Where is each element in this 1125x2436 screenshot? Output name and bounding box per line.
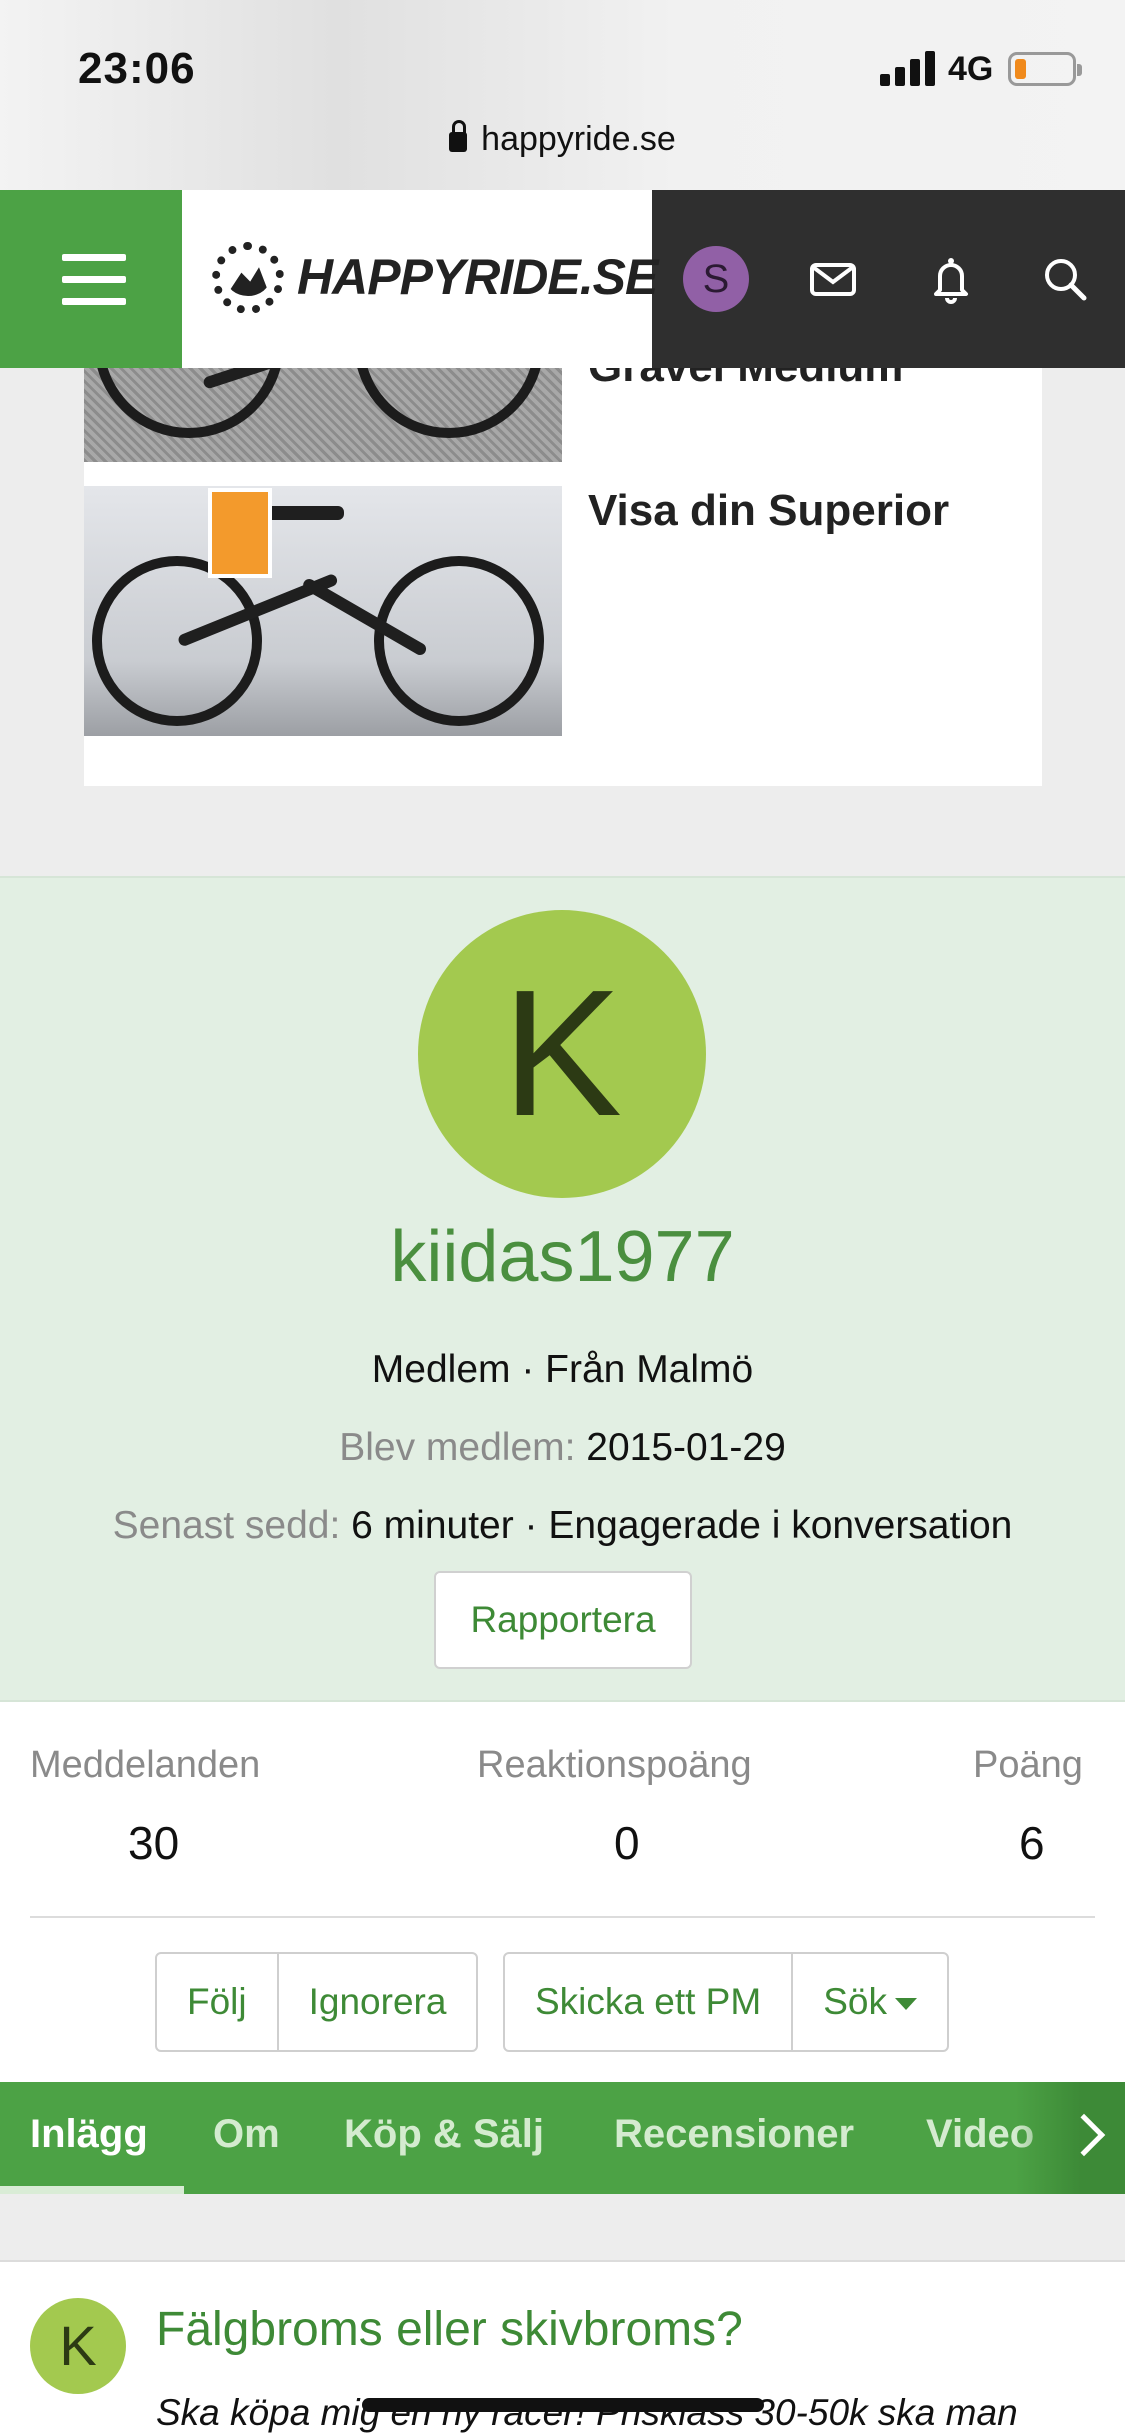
battery-icon [1008, 52, 1082, 86]
profile-joined-line: Blev medlem: 2015-01-29 [0, 1426, 1125, 1470]
search-icon [1045, 259, 1087, 301]
tab-buy-sell[interactable]: Köp & Sälj [344, 2082, 544, 2194]
stat-value-messages[interactable]: 30 [128, 1816, 179, 1870]
card-thumbnail-superior[interactable] [84, 486, 562, 736]
divider [30, 1916, 1095, 1918]
ignore-button[interactable]: Ignorera [276, 1954, 477, 2050]
stat-value-reactions[interactable]: 0 [614, 1816, 640, 1870]
profile-tabs: Inlägg Om Köp & Sälj Recensioner Video [0, 2082, 1125, 2194]
report-button[interactable]: Rapportera [434, 1571, 692, 1669]
tab-posts[interactable]: Inlägg [30, 2082, 148, 2194]
search-dropdown-label: Sök [823, 1981, 887, 2022]
status-time: 23:06 [78, 44, 196, 93]
active-tab-indicator [0, 2186, 184, 2194]
home-indicator[interactable] [362, 2398, 764, 2412]
address-bar[interactable]: happyride.se [0, 120, 1125, 159]
lock-icon [449, 120, 468, 152]
user-avatar[interactable]: S [683, 246, 749, 312]
bell-icon [934, 258, 968, 304]
last-seen-activity: Engagerade i konversation [548, 1504, 1013, 1547]
stat-label-points: Poäng [973, 1744, 1083, 1786]
caret-down-icon [894, 1998, 917, 2011]
menu-button[interactable] [0, 190, 182, 368]
post-title[interactable]: Fälgbroms eller skivbroms? [156, 2302, 743, 2357]
joined-label: Blev medlem: [339, 1426, 576, 1469]
follow-ignore-group: Följ Ignorera [155, 1952, 479, 2052]
site-header: HAPPYRIDE.SE S [0, 190, 1125, 368]
profile-last-seen-line: Senast sedd: 6 minuter · Engagerade i ko… [0, 1504, 1125, 1548]
site-logo-icon [212, 242, 284, 314]
profile-username: kiidas1977 [390, 1217, 735, 1297]
post-author-avatar[interactable]: K [30, 2298, 126, 2394]
search-button[interactable] [1032, 246, 1098, 312]
card-thumbnail-gravel[interactable] [84, 368, 562, 462]
profile-avatar[interactable]: K [418, 910, 706, 1198]
profile-stats: Meddelanden 30 Reaktionspoäng 0 Poäng 6 … [0, 1702, 1125, 2082]
separator: · [513, 1504, 549, 1547]
card-title-superior[interactable]: Visa din Superior [588, 486, 949, 536]
site-name: HAPPYRIDE.SE [297, 249, 658, 305]
tab-reviews[interactable]: Recensioner [614, 2082, 854, 2194]
last-seen-label: Senast sedd: [112, 1504, 341, 1547]
notifications-button[interactable] [918, 246, 984, 312]
profile-header: K kiidas1977 Medlem · Från Malmö Blev me… [0, 876, 1125, 1702]
site-logo[interactable]: HAPPYRIDE.SE [182, 190, 658, 368]
mail-icon [810, 263, 856, 296]
network-type: 4G [948, 50, 994, 88]
joined-value: 2015-01-29 [586, 1426, 786, 1469]
url-text: happyride.se [481, 120, 676, 158]
separator: · [510, 1348, 546, 1391]
status-bar: 23:06 4G happyride.se [0, 0, 1125, 190]
stat-value-points[interactable]: 6 [1019, 1816, 1045, 1870]
search-dropdown-button[interactable]: Sök [791, 1954, 947, 2050]
follow-button[interactable]: Följ [157, 1954, 277, 2050]
profile-role: Medlem [371, 1348, 511, 1391]
stat-label-messages: Meddelanden [30, 1744, 261, 1786]
tab-about[interactable]: Om [213, 2082, 280, 2194]
thread-cards: Gravel Medium Visa din Superior [84, 367, 1042, 786]
signal-icon [880, 50, 938, 86]
send-pm-button[interactable]: Skicka ett PM [505, 1954, 791, 2050]
stat-label-reactions: Reaktionspoäng [477, 1744, 752, 1786]
last-seen-value: 6 minuter [351, 1504, 514, 1547]
profile-role-line: Medlem · Från Malmö [0, 1348, 1125, 1392]
pm-search-group: Skicka ett PM Sök [503, 1952, 949, 2052]
profile-location: Från Malmö [545, 1348, 754, 1391]
mail-button[interactable] [800, 246, 866, 312]
